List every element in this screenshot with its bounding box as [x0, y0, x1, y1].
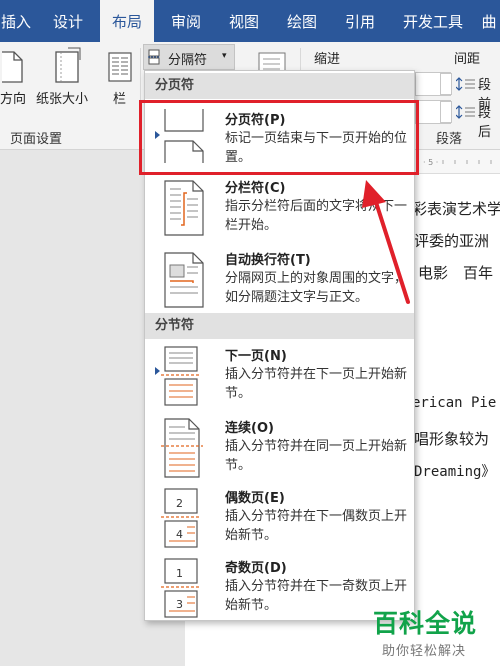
watermark-logo: 百科全说 助你轻松解决: [363, 602, 500, 666]
annotation-arrow-icon: [362, 180, 410, 304]
watermark-title: 百科全说: [373, 609, 478, 638]
word-window: 插入 设计 布局 审阅 视图 绘图 引用 开发工具 曲 方向 纸张大小 栏 分隔…: [0, 0, 500, 666]
watermark-subtitle: 助你轻松解决: [382, 644, 467, 659]
